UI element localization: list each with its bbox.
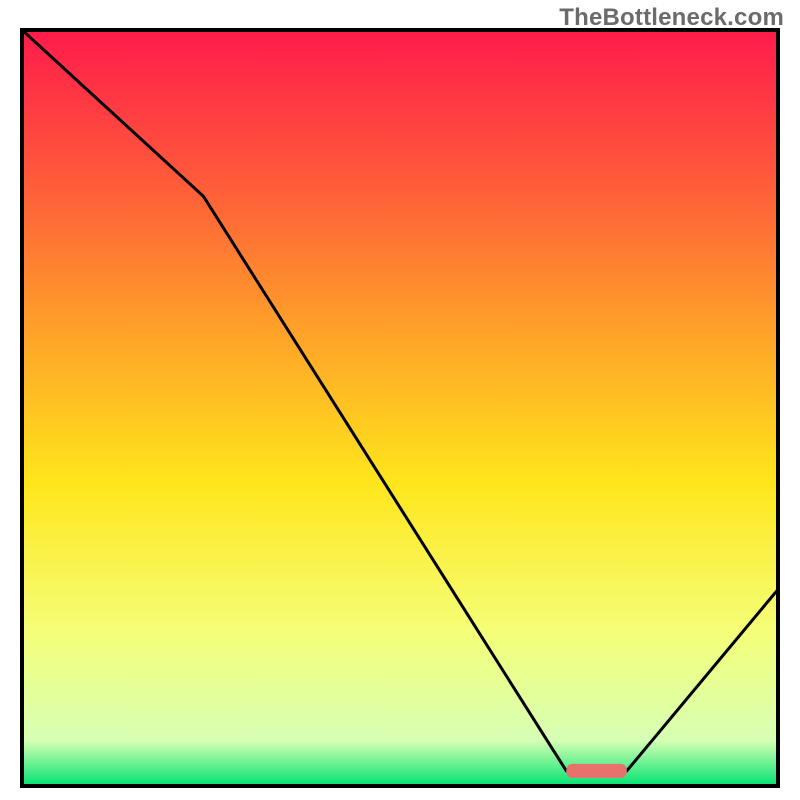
- watermark-text: TheBottleneck.com: [559, 4, 784, 32]
- bottleneck-chart: TheBottleneck.com: [0, 0, 800, 800]
- plot-background: [22, 30, 778, 786]
- chart-svg: [0, 0, 800, 800]
- optimal-range-marker: [566, 764, 626, 778]
